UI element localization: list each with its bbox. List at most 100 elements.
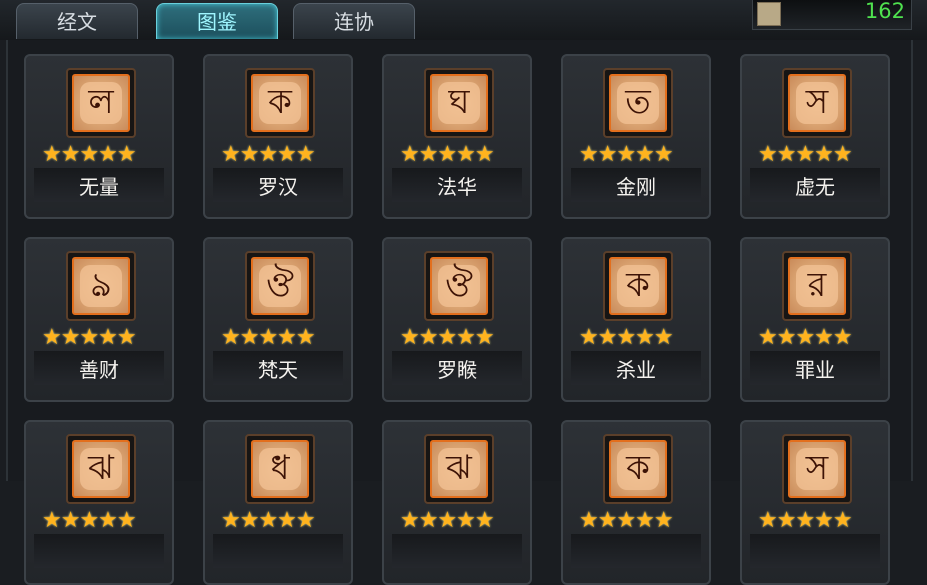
- skill-icon-frame: ঔ: [424, 251, 494, 321]
- seal-glyph: ধ: [270, 448, 290, 488]
- skill-card[interactable]: ত ★★★★★ 金刚: [561, 54, 711, 219]
- name-plate: 金刚: [571, 168, 701, 202]
- skill-name: 善财: [79, 358, 119, 382]
- name-plate: [750, 534, 880, 568]
- seal-glyph: ঝ: [88, 448, 114, 488]
- seal-glyph: স: [805, 448, 829, 488]
- name-plate: [392, 534, 522, 568]
- sanskrit-seal-icon: ঝ: [72, 440, 130, 498]
- skill-name: 无量: [79, 175, 119, 199]
- star-rating: ★★★★★: [42, 508, 137, 533]
- name-plate: 虚无: [750, 168, 880, 202]
- atlas-panel: ল ★★★★★ 无量 ক ★★★★★ 罗汉 ঘ ★★★★★ 法华 ত ★★★★★ 金刚 স ★★★★★ 虚无…: [6, 40, 913, 585]
- skill-icon-frame: ঝ: [66, 434, 136, 504]
- skill-icon-frame: ক: [603, 434, 673, 504]
- skill-card[interactable]: ঝ ★★★★★: [382, 420, 532, 585]
- skill-card[interactable]: ল ★★★★★ 无量: [24, 54, 174, 219]
- star-rating: ★★★★★: [221, 325, 316, 350]
- star-rating: ★★★★★: [579, 508, 674, 533]
- star-rating: ★★★★★: [42, 142, 137, 167]
- skill-card[interactable]: র ★★★★★ 罪业: [740, 237, 890, 402]
- skill-name: 虚无: [795, 175, 835, 199]
- skill-card[interactable]: ঘ ★★★★★ 法华: [382, 54, 532, 219]
- seal-glyph: ঝ: [446, 448, 472, 488]
- star-rating: ★★★★★: [221, 142, 316, 167]
- name-plate: 杀业: [571, 351, 701, 385]
- star-rating: ★★★★★: [758, 325, 853, 350]
- skill-icon-frame: ঌ: [66, 251, 136, 321]
- seal-glyph: ঘ: [448, 82, 470, 122]
- seal-glyph: ক: [626, 448, 650, 488]
- name-plate: [571, 534, 701, 568]
- skill-icon-frame: ধ: [245, 434, 315, 504]
- name-plate: 梵天: [213, 351, 343, 385]
- name-plate: 罪业: [750, 351, 880, 385]
- name-plate: [34, 534, 164, 568]
- tab-synergy[interactable]: 连协: [293, 3, 415, 39]
- skill-icon-frame: ঝ: [424, 434, 494, 504]
- currency-display: 162: [752, 0, 912, 30]
- star-rating: ★★★★★: [42, 325, 137, 350]
- skill-icon-frame: র: [782, 251, 852, 321]
- tab-atlas[interactable]: 图鉴: [156, 3, 278, 39]
- sanskrit-seal-icon: র: [788, 257, 846, 315]
- currency-value: 162: [864, 0, 905, 23]
- sanskrit-seal-icon: ক: [609, 257, 667, 315]
- skill-name: 法华: [437, 175, 477, 199]
- seal-glyph: র: [807, 265, 827, 305]
- name-plate: [213, 534, 343, 568]
- star-rating: ★★★★★: [579, 142, 674, 167]
- sanskrit-seal-icon: স: [788, 440, 846, 498]
- star-rating: ★★★★★: [758, 142, 853, 167]
- skill-name: 罗汉: [258, 175, 298, 199]
- skill-card[interactable]: ধ ★★★★★: [203, 420, 353, 585]
- sanskrit-seal-icon: ঌ: [72, 257, 130, 315]
- skill-icon-frame: ঘ: [424, 68, 494, 138]
- tab-scriptures[interactable]: 经文: [16, 3, 138, 39]
- sanskrit-seal-icon: ল: [72, 74, 130, 132]
- skill-card[interactable]: স ★★★★★ 虚无: [740, 54, 890, 219]
- skill-card[interactable]: ঔ ★★★★★ 梵天: [203, 237, 353, 402]
- sanskrit-seal-icon: স: [788, 74, 846, 132]
- sanskrit-seal-icon: ত: [609, 74, 667, 132]
- skill-icon-frame: ত: [603, 68, 673, 138]
- seal-glyph: স: [805, 82, 829, 122]
- seal-glyph: ঔ: [266, 265, 294, 305]
- seal-glyph: ক: [268, 82, 292, 122]
- sanskrit-seal-icon: ক: [609, 440, 667, 498]
- skill-card[interactable]: ঌ ★★★★★ 善财: [24, 237, 174, 402]
- star-rating: ★★★★★: [400, 508, 495, 533]
- skill-name: 罗睺: [437, 358, 477, 382]
- sanskrit-seal-icon: ক: [251, 74, 309, 132]
- sanskrit-seal-icon: ঘ: [430, 74, 488, 132]
- star-rating: ★★★★★: [579, 325, 674, 350]
- star-rating: ★★★★★: [400, 325, 495, 350]
- skill-icon-frame: ক: [245, 68, 315, 138]
- skill-card[interactable]: ঔ ★★★★★ 罗睺: [382, 237, 532, 402]
- sanskrit-seal-icon: ঔ: [430, 257, 488, 315]
- star-rating: ★★★★★: [400, 142, 495, 167]
- skill-name: 杀业: [616, 358, 656, 382]
- skill-card[interactable]: ক ★★★★★ 杀业: [561, 237, 711, 402]
- skill-name: 梵天: [258, 358, 298, 382]
- skill-card[interactable]: ঝ ★★★★★: [24, 420, 174, 585]
- skill-card[interactable]: ক ★★★★★ 罗汉: [203, 54, 353, 219]
- skill-card[interactable]: স ★★★★★: [740, 420, 890, 585]
- top-bar: 经文 图鉴 连协 162: [0, 0, 927, 40]
- name-plate: 善财: [34, 351, 164, 385]
- scroll-icon: [757, 2, 781, 26]
- seal-glyph: ঌ: [90, 265, 112, 305]
- skill-icon-frame: ঔ: [245, 251, 315, 321]
- skill-icon-frame: ল: [66, 68, 136, 138]
- sanskrit-seal-icon: ঔ: [251, 257, 309, 315]
- skill-icon-frame: ক: [603, 251, 673, 321]
- skill-name: 罪业: [795, 358, 835, 382]
- name-plate: 罗睺: [392, 351, 522, 385]
- skill-name: 金刚: [616, 175, 656, 199]
- star-rating: ★★★★★: [758, 508, 853, 533]
- skill-icon-frame: স: [782, 68, 852, 138]
- sanskrit-seal-icon: ঝ: [430, 440, 488, 498]
- skill-card[interactable]: ক ★★★★★: [561, 420, 711, 585]
- seal-glyph: ল: [88, 82, 114, 122]
- star-rating: ★★★★★: [221, 508, 316, 533]
